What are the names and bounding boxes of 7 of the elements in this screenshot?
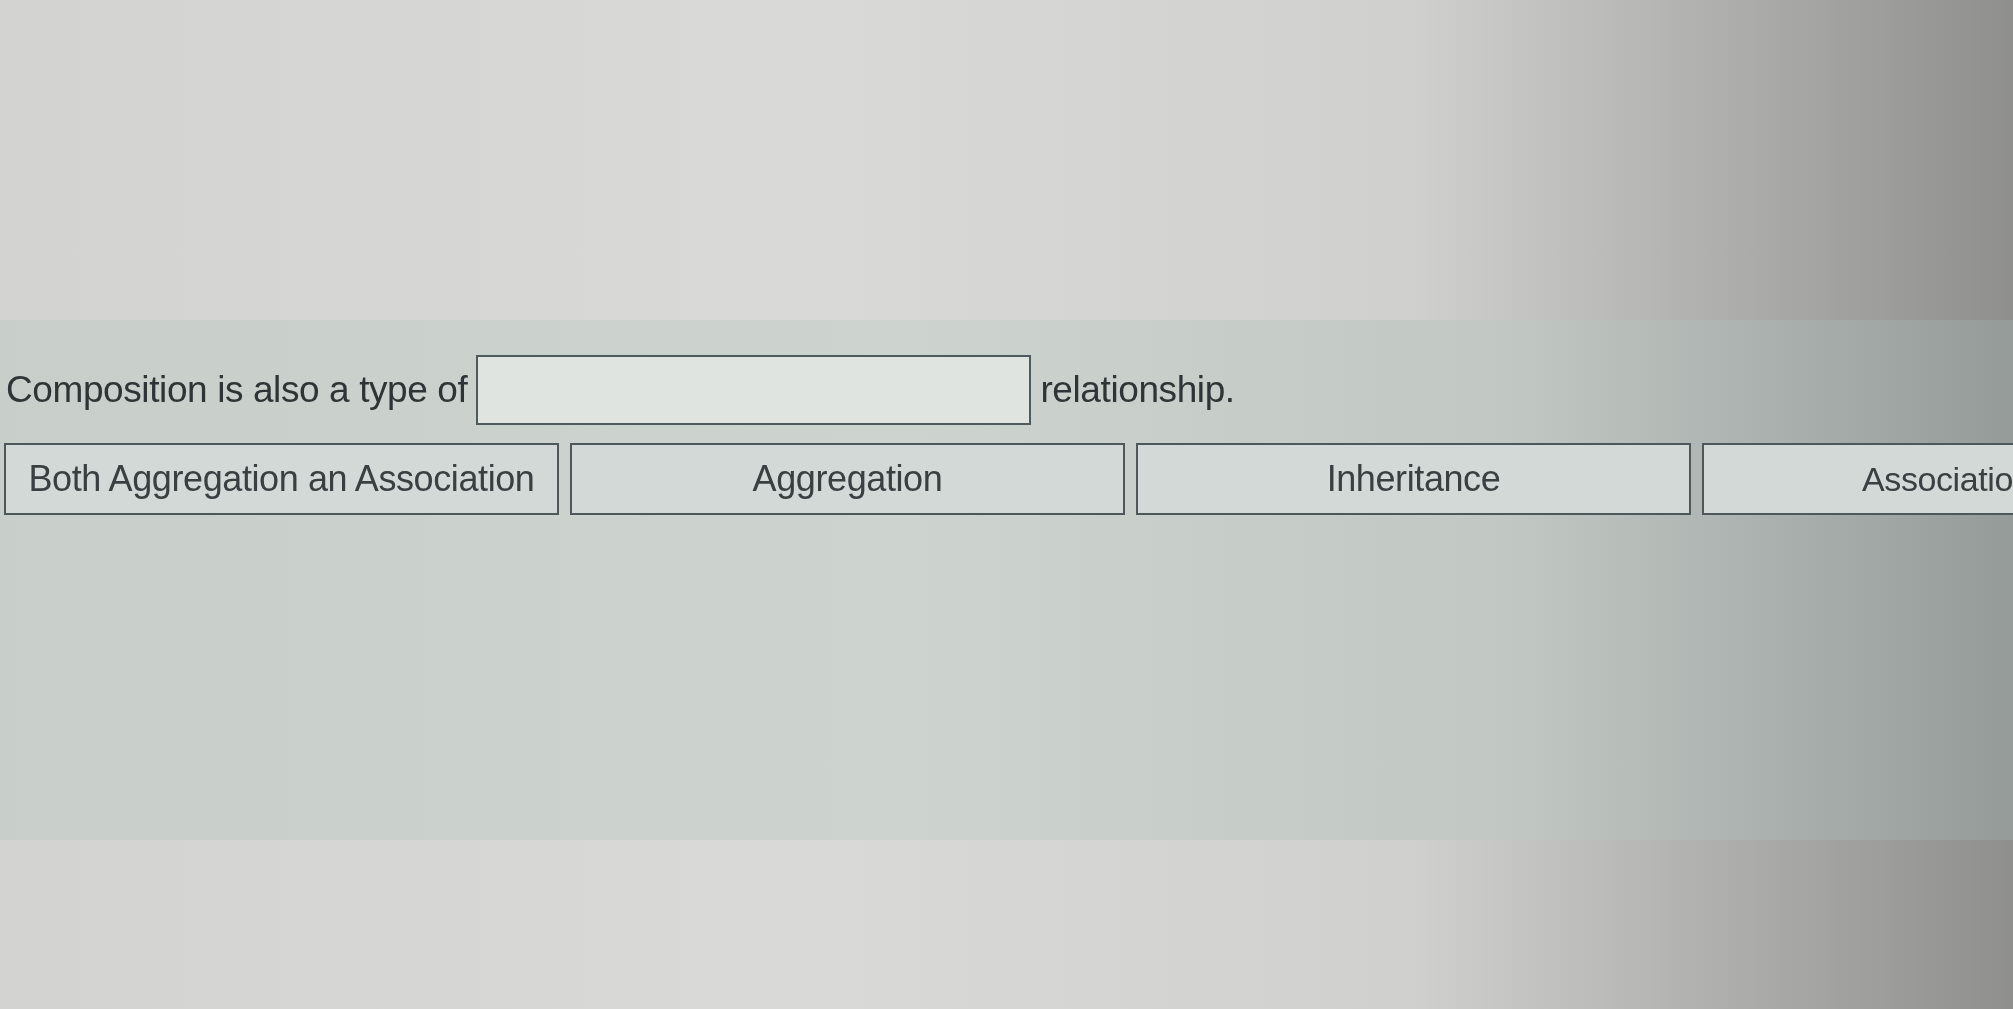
- answer-option[interactable]: Aggregation: [570, 443, 1125, 515]
- answer-box[interactable]: [476, 355, 1032, 425]
- question-text: relationship.: [1040, 369, 1235, 411]
- answer-option[interactable]: Inheritance: [1136, 443, 1691, 515]
- answer-option[interactable]: Associatio: [1702, 443, 2013, 515]
- answer-option[interactable]: Both Aggregation an Association: [4, 443, 559, 515]
- question-text: Composition is also a type of: [6, 369, 468, 411]
